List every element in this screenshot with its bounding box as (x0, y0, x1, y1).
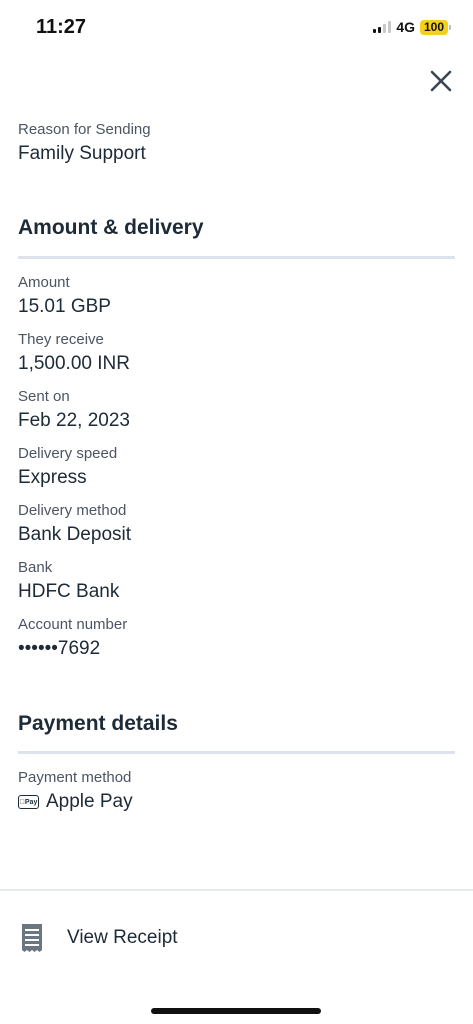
view-receipt-button[interactable]: View Receipt (18, 918, 318, 958)
payment-method-label: Payment method (18, 769, 132, 786)
sent-on-label: Sent on (18, 388, 70, 405)
reason-value: Family Support (18, 143, 146, 164)
delivery-speed-label: Delivery speed (18, 445, 118, 462)
account-number-label: Account number (18, 616, 128, 633)
they-receive-label: They receive (18, 331, 104, 348)
receipt-icon (22, 924, 42, 952)
bank-label: Bank (18, 559, 53, 576)
battery-icon: 100 (420, 19, 451, 35)
amount-delivery-title: Amount & delivery (18, 216, 204, 239)
battery-level: 100 (420, 19, 448, 35)
payment-method-value: Apple Pay (46, 791, 133, 812)
view-receipt-label: View Receipt (67, 927, 178, 948)
delivery-method-label: Delivery method (18, 502, 127, 519)
bank-field: Bank HDFC Bank (18, 559, 119, 604)
amount-label: Amount (18, 274, 70, 291)
sent-on-field: Sent on Feb 22, 2023 (18, 388, 130, 433)
section-divider (18, 256, 455, 259)
account-number-value: ••••••7692 (18, 638, 101, 659)
amount-field: Amount 15.01 GBP (18, 274, 111, 319)
amount-value: 15.01 GBP (18, 296, 111, 317)
apple-pay-icon: Pay (18, 795, 39, 809)
section-divider (18, 751, 455, 754)
close-icon (430, 70, 452, 92)
home-indicator[interactable] (151, 1008, 321, 1014)
sent-on-value: Feb 22, 2023 (18, 410, 130, 431)
delivery-method-field: Delivery method Bank Deposit (18, 502, 131, 547)
footer-divider (0, 889, 473, 891)
signal-icon (373, 21, 392, 33)
payment-details-title: Payment details (18, 712, 178, 735)
delivery-method-value: Bank Deposit (18, 524, 132, 545)
delivery-speed-value: Express (18, 467, 87, 488)
bank-value: HDFC Bank (18, 581, 120, 602)
status-bar: 11:27 4G 100 (0, 0, 473, 56)
reason-label: Reason for Sending (18, 121, 151, 138)
apple-pay-badge-text: Pay (22, 798, 37, 806)
they-receive-value: 1,500.00 INR (18, 353, 130, 374)
payment-method-field: Payment method Pay Apple Pay (18, 769, 133, 814)
close-button[interactable] (426, 66, 456, 96)
delivery-speed-field: Delivery speed Express (18, 445, 117, 490)
they-receive-field: They receive 1,500.00 INR (18, 331, 130, 376)
status-indicators: 4G 100 (373, 19, 451, 35)
account-number-field: Account number ••••••7692 (18, 616, 127, 661)
payment-method-row: Pay Apple Pay (18, 790, 133, 814)
status-time: 11:27 (36, 16, 87, 38)
network-type: 4G (396, 19, 415, 35)
reason-field: Reason for Sending Family Support (18, 121, 151, 166)
